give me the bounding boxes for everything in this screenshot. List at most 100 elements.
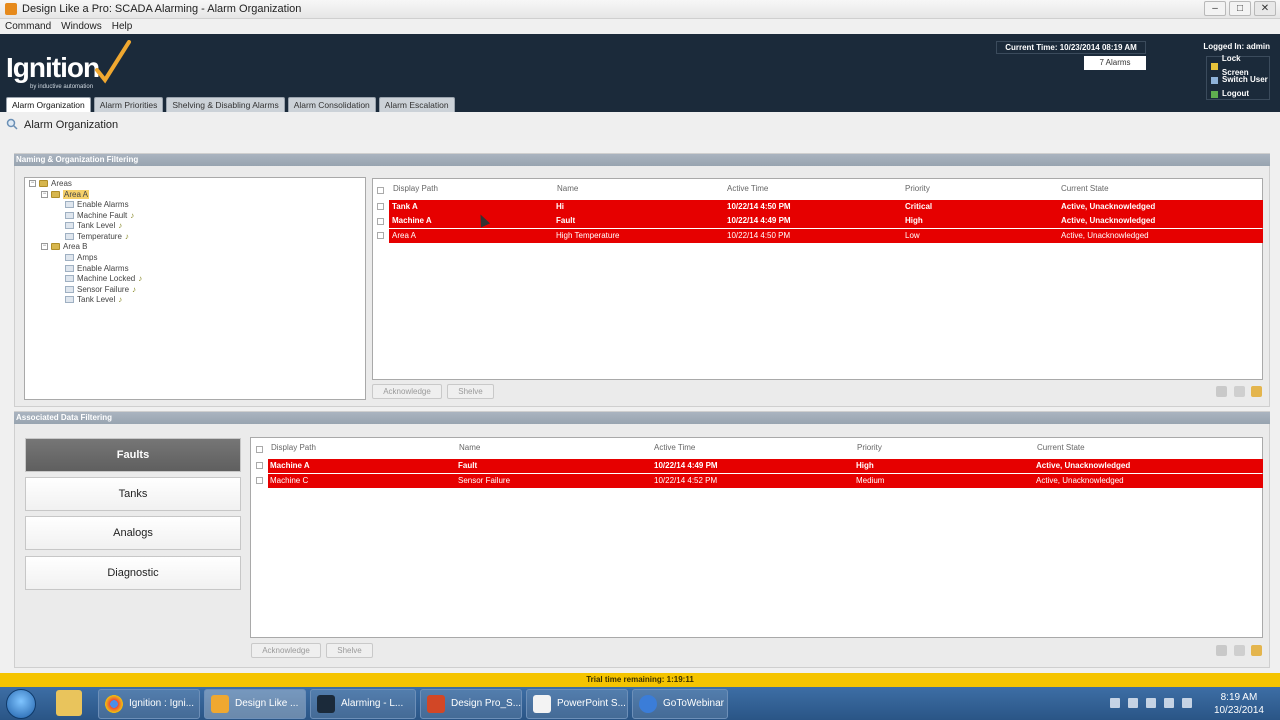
tree-node-tag[interactable]: Machine Fault ♪ bbox=[65, 211, 134, 220]
menu-windows[interactable]: Windows bbox=[61, 19, 102, 34]
tree-node-tag[interactable]: Enable Alarms bbox=[65, 264, 129, 273]
area-tree: − Areas − Area A Enable Alarms Machine Fau… bbox=[24, 177, 366, 400]
tree-node-tag[interactable]: Sensor Failure ♪ bbox=[65, 285, 136, 294]
tab-alarm-escalation[interactable]: Alarm Escalation bbox=[378, 97, 455, 112]
explorer-icon[interactable] bbox=[56, 690, 82, 716]
table-settings-icon[interactable] bbox=[1251, 645, 1262, 656]
system-tray bbox=[1110, 698, 1192, 708]
select-all-checkbox[interactable] bbox=[377, 187, 384, 194]
select-all-checkbox[interactable] bbox=[256, 446, 263, 453]
cell-active-time: 10/22/14 4:52 PM bbox=[654, 476, 718, 485]
row-checkbox[interactable] bbox=[377, 203, 384, 210]
column-header[interactable]: Active Time bbox=[654, 443, 695, 452]
filter-faults-button[interactable]: Faults bbox=[25, 438, 241, 472]
column-header[interactable]: Priority bbox=[905, 184, 930, 193]
minimize-button[interactable]: – bbox=[1204, 1, 1226, 16]
taskbar-item[interactable]: Alarming - L... bbox=[310, 689, 416, 719]
shelve-button[interactable]: Shelve bbox=[447, 384, 494, 399]
taskbar-item[interactable]: Ignition : Igni... bbox=[98, 689, 200, 719]
tab-alarm-priorities[interactable]: Alarm Priorities bbox=[93, 97, 164, 112]
column-header[interactable]: Active Time bbox=[727, 184, 768, 193]
taskbar-item[interactable]: GoToWebinar bbox=[632, 689, 728, 719]
logout-link[interactable]: Logout bbox=[1211, 87, 1269, 101]
tree-node-area-b[interactable]: − Area B bbox=[41, 242, 87, 251]
acknowledge-button[interactable]: Acknowledge bbox=[372, 384, 442, 399]
collapse-toggle-icon[interactable]: − bbox=[41, 243, 48, 250]
taskbar-item[interactable]: Design Like ... bbox=[204, 689, 306, 719]
shelve-button[interactable]: Shelve bbox=[326, 643, 373, 658]
ignition-icon bbox=[211, 695, 229, 713]
associated-filtering-header: Associated Data Filtering bbox=[14, 412, 1270, 424]
column-header[interactable]: Name bbox=[459, 443, 480, 452]
start-button-icon[interactable] bbox=[6, 689, 36, 719]
column-header[interactable]: Priority bbox=[857, 443, 882, 452]
tag-icon bbox=[65, 296, 74, 303]
tree-node-tag[interactable]: Tank Level ♪ bbox=[65, 295, 122, 304]
tray-flag-icon[interactable] bbox=[1128, 698, 1138, 708]
tree-node-tag[interactable]: Amps bbox=[65, 253, 97, 262]
collapse-toggle-icon[interactable]: − bbox=[41, 191, 48, 198]
table-row[interactable]: Area A High Temperature 10/22/14 4:50 PM… bbox=[389, 229, 1263, 243]
cell-priority: High bbox=[905, 216, 923, 225]
column-header[interactable]: Display Path bbox=[271, 443, 316, 452]
filter-analogs-button[interactable]: Analogs bbox=[25, 516, 241, 550]
table-row[interactable]: Machine A Fault 10/22/14 4:49 PM High Ac… bbox=[389, 214, 1263, 228]
tab-alarm-consolidation[interactable]: Alarm Consolidation bbox=[287, 97, 376, 112]
logo-check-icon bbox=[95, 40, 131, 84]
tray-volume-icon[interactable] bbox=[1182, 698, 1192, 708]
taskbar-clock[interactable]: 8:19 AM 10/23/2014 bbox=[1214, 691, 1264, 717]
close-button[interactable]: ✕ bbox=[1254, 1, 1276, 16]
tree-node-area-a[interactable]: − Area A bbox=[41, 190, 90, 199]
cell-name: Fault bbox=[556, 216, 576, 225]
table-row[interactable]: Machine A Fault 10/22/14 4:49 PM High Ac… bbox=[268, 459, 1263, 473]
filter-diagnostic-button[interactable]: Diagnostic bbox=[25, 556, 241, 590]
table-row[interactable]: Machine C Sensor Failure 10/22/14 4:52 P… bbox=[268, 474, 1263, 488]
table-settings-icon[interactable] bbox=[1251, 386, 1262, 397]
table-row[interactable]: Tank A Hi 10/22/14 4:50 PM Critical Acti… bbox=[389, 200, 1263, 214]
tree-node-tag[interactable]: Tank Level ♪ bbox=[65, 221, 122, 230]
tray-network-icon[interactable] bbox=[1146, 698, 1156, 708]
row-checkbox[interactable] bbox=[377, 232, 384, 239]
tray-arrow-icon[interactable] bbox=[1110, 698, 1120, 708]
column-config-icon[interactable] bbox=[1234, 645, 1245, 656]
switch-user-link[interactable]: Switch User bbox=[1211, 73, 1269, 87]
row-checkbox[interactable] bbox=[256, 477, 263, 484]
tag-icon bbox=[65, 233, 74, 240]
powerpoint-icon bbox=[427, 695, 445, 713]
cell-display-path: Tank A bbox=[392, 202, 418, 211]
alarm-count-badge[interactable]: 7 Alarms bbox=[1084, 56, 1146, 70]
clock-time: 8:19 AM bbox=[1220, 692, 1258, 703]
cell-display-path: Machine A bbox=[392, 216, 432, 225]
lock-screen-link[interactable]: Lock Screen bbox=[1211, 54, 1269, 77]
tree-node-areas[interactable]: − Areas bbox=[29, 179, 72, 188]
row-checkbox[interactable] bbox=[256, 462, 263, 469]
menu-help[interactable]: Help bbox=[112, 19, 133, 34]
collapse-toggle-icon[interactable]: − bbox=[29, 180, 36, 187]
menu-command[interactable]: Command bbox=[5, 19, 51, 34]
tag-icon bbox=[65, 212, 74, 219]
column-header[interactable]: Current State bbox=[1037, 443, 1085, 452]
maximize-button[interactable]: □ bbox=[1229, 1, 1251, 16]
row-checkbox[interactable] bbox=[377, 218, 384, 225]
cell-state: Active, Unacknowledged bbox=[1036, 476, 1124, 485]
filter-search-icon[interactable] bbox=[1216, 386, 1227, 397]
alarm-status-table: Display Path Name Active Time Priority C… bbox=[372, 178, 1263, 380]
tab-alarm-organization[interactable]: Alarm Organization bbox=[6, 97, 91, 112]
tree-node-tag[interactable]: Enable Alarms bbox=[65, 200, 129, 209]
column-header[interactable]: Display Path bbox=[393, 184, 438, 193]
filter-tanks-button[interactable]: Tanks bbox=[25, 477, 241, 511]
tag-icon bbox=[65, 265, 74, 272]
tree-node-tag[interactable]: Temperature ♪ bbox=[65, 232, 129, 241]
taskbar-item[interactable]: PowerPoint S... bbox=[526, 689, 628, 719]
filter-search-icon[interactable] bbox=[1216, 645, 1227, 656]
column-header[interactable]: Name bbox=[557, 184, 578, 193]
taskbar-item[interactable]: Design Pro_S... bbox=[420, 689, 522, 719]
column-config-icon[interactable] bbox=[1234, 386, 1245, 397]
acknowledge-button[interactable]: Acknowledge bbox=[251, 643, 321, 658]
column-header[interactable]: Current State bbox=[1061, 184, 1109, 193]
tray-power-icon[interactable] bbox=[1164, 698, 1174, 708]
tab-shelving-disabling[interactable]: Shelving & Disabling Alarms bbox=[166, 97, 285, 112]
app-icon bbox=[5, 3, 17, 15]
naming-filtering-header: Naming & Organization Filtering bbox=[14, 154, 1270, 166]
tree-node-tag[interactable]: Machine Locked ♪ bbox=[65, 274, 142, 283]
